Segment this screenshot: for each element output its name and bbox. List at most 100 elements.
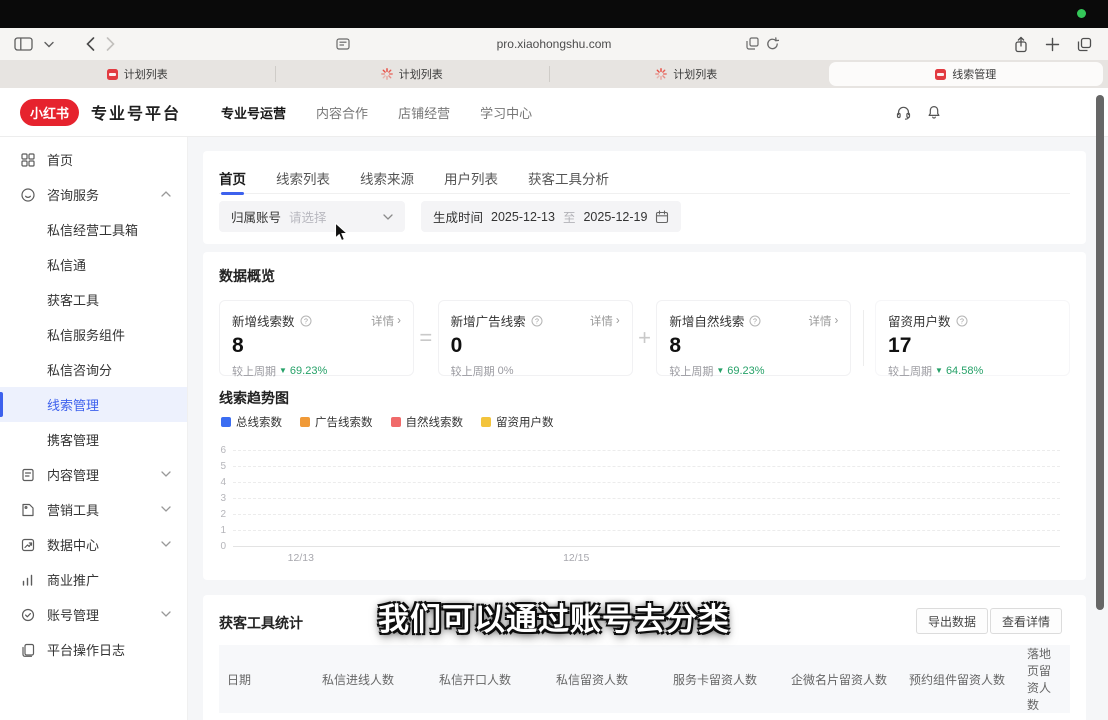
- detail-link[interactable]: 详情›: [809, 313, 839, 329]
- new-tab-icon[interactable]: [1045, 37, 1060, 52]
- sidebar-item-lead-management[interactable]: 线索管理: [0, 387, 187, 422]
- sidebar-item-guest-management[interactable]: 携客管理: [0, 422, 187, 457]
- card-divider: [851, 300, 875, 376]
- nav-item-shop[interactable]: 店铺经营: [398, 103, 450, 122]
- table-row: 2025-12-19 3 2 0 0 0 0 0: [219, 713, 1070, 720]
- calendar-icon: [655, 210, 669, 224]
- overview-section-title: 数据概览: [219, 266, 275, 286]
- tab-home[interactable]: 首页: [219, 163, 246, 193]
- nav-item-operation[interactable]: 专业号运营: [221, 103, 286, 122]
- sidebar-item-dm-score[interactable]: 私信咨询分: [0, 352, 187, 387]
- sidebar-item-lead-tools[interactable]: 获客工具: [0, 282, 187, 317]
- data-overview-panel: 数据概览 新增线索数 ? 详情› 8 较上周期▼69.23% =: [203, 252, 1086, 580]
- tab-lead-list[interactable]: 线索列表: [276, 163, 330, 193]
- bell-icon[interactable]: [926, 104, 942, 120]
- help-icon: ?: [749, 315, 761, 327]
- sidebar-group-marketing[interactable]: 营销工具: [0, 492, 187, 527]
- date-range-picker[interactable]: 生成时间 2025-12-13 至 2025-12-19: [421, 201, 681, 232]
- nav-item-content-coop[interactable]: 内容合作: [316, 103, 368, 122]
- headset-icon[interactable]: [895, 104, 912, 120]
- sidebar-item-dm-components[interactable]: 私信服务组件: [0, 317, 187, 352]
- sidebar-item-dm-toolbox[interactable]: 私信经营工具箱: [0, 212, 187, 247]
- export-data-button[interactable]: 导出数据: [916, 608, 988, 634]
- site-favicon: [107, 69, 118, 80]
- site-favicon: [935, 69, 946, 80]
- trend-down-icon: ▼: [935, 367, 943, 375]
- trend-chart-plot: 6 5 4 3 2 1 0 12/13 12/15: [233, 450, 1060, 546]
- tab-overview-icon[interactable]: [1077, 37, 1092, 52]
- chevron-up-icon: [161, 191, 171, 197]
- browser-tab-2[interactable]: 计划列表: [275, 60, 550, 88]
- svg-text:?: ?: [960, 318, 964, 325]
- vertical-scrollbar-thumb[interactable]: [1096, 95, 1104, 610]
- chart-icon: [20, 537, 36, 553]
- sidebar: 首页 咨询服务 私信经营工具箱 私信通 获客工具 私信服务组件 私信咨询分 线索…: [0, 136, 188, 720]
- lead-tabs: 首页 线索列表 线索来源 用户列表 获客工具分析: [219, 163, 1070, 194]
- sidebar-group-data-center[interactable]: 数据中心: [0, 527, 187, 562]
- trend-chart-title: 线索趋势图: [219, 388, 289, 408]
- stats-section-title: 获客工具统计: [219, 613, 303, 633]
- overview-cards: 新增线索数 ? 详情› 8 较上周期▼69.23% = 新增广告线索 ? 详情›: [219, 300, 1070, 376]
- app-viewport: 小红书 专业号平台 专业号运营 内容合作 店铺经营 学习中心 首页 咨询服务: [0, 88, 1108, 720]
- account-select[interactable]: 归属账号 请选择: [219, 201, 405, 232]
- legend-organic-leads[interactable]: 自然线索数: [391, 414, 464, 430]
- document-icon: [20, 467, 36, 483]
- help-icon: ?: [300, 315, 312, 327]
- record-indicator-dot: [1077, 9, 1086, 18]
- detail-link[interactable]: 详情›: [371, 313, 401, 329]
- bars-icon: [20, 572, 36, 588]
- legend-total-leads[interactable]: 总线索数: [221, 414, 282, 430]
- browser-tab-3[interactable]: 计划列表: [549, 60, 824, 88]
- sidebar-item-dm-tong[interactable]: 私信通: [0, 247, 187, 282]
- chevron-down-icon: [161, 611, 171, 617]
- main-content: 首页 线索列表 线索来源 用户列表 获客工具分析 归属账号 请选择 生成时间 2…: [187, 136, 1108, 720]
- chart-legend: 总线索数 广告线索数 自然线索数 留资用户数: [221, 414, 554, 430]
- macos-menubar: [0, 0, 1108, 28]
- tab-lead-source[interactable]: 线索来源: [360, 163, 414, 193]
- xiaohongshu-logo: 小红书: [20, 99, 79, 126]
- copy-icon[interactable]: [746, 37, 759, 50]
- trend-down-icon: ▼: [716, 367, 724, 375]
- loading-spinner-icon: [381, 68, 393, 80]
- browser-tab-label: 线索管理: [952, 66, 996, 82]
- view-details-button[interactable]: 查看详情: [990, 608, 1062, 634]
- browser-tab-bar: 计划列表 计划列表 计划列表 线索管理: [0, 60, 1108, 89]
- browser-tab-label: 计划列表: [124, 66, 168, 82]
- browser-tab-4-active[interactable]: 线索管理: [829, 62, 1104, 86]
- sidebar-group-consult[interactable]: 咨询服务: [0, 177, 187, 212]
- table-header-row: 日期 私信进线人数 私信开口人数 私信留资人数 服务卡留资人数 企微名片留资人数…: [219, 645, 1070, 713]
- x-axis-label: 12/15: [563, 552, 589, 564]
- card-organic-leads: 新增自然线索 ? 详情› 8 较上周期▼69.23%: [656, 300, 851, 376]
- tab-lead-tool-analysis[interactable]: 获客工具分析: [528, 163, 609, 193]
- sidebar-item-business-promo[interactable]: 商业推广: [0, 562, 187, 597]
- card-retained-users: 留资用户数 ? 17 较上周期▼64.58%: [875, 300, 1070, 376]
- platform-title: 专业号平台: [91, 100, 181, 124]
- nav-item-learning[interactable]: 学习中心: [480, 103, 532, 122]
- mouse-cursor: [334, 222, 349, 243]
- top-nav: 专业号运营 内容合作 店铺经营 学习中心: [221, 103, 532, 122]
- browser-toolbar: pro.xiaohongshu.com: [0, 28, 1108, 60]
- reload-icon[interactable]: [766, 37, 779, 50]
- tag-icon: [20, 502, 36, 518]
- share-icon[interactable]: [1014, 36, 1028, 53]
- sidebar-group-content[interactable]: 内容管理: [0, 457, 187, 492]
- legend-ad-leads[interactable]: 广告线索数: [300, 414, 373, 430]
- sidebar-item-home[interactable]: 首页: [0, 142, 187, 177]
- account-check-icon: [20, 607, 36, 623]
- card-ad-leads: 新增广告线索 ? 详情› 0 较上周期0%: [438, 300, 633, 376]
- svg-text:?: ?: [535, 318, 539, 325]
- sidebar-item-platform-log[interactable]: 平台操作日志: [0, 632, 187, 667]
- card-new-leads: 新增线索数 ? 详情› 8 较上周期▼69.23%: [219, 300, 414, 376]
- chevron-down-icon: [161, 471, 171, 477]
- tab-user-list[interactable]: 用户列表: [444, 163, 498, 193]
- sidebar-group-account[interactable]: 账号管理: [0, 597, 187, 632]
- help-icon: ?: [531, 315, 543, 327]
- svg-text:?: ?: [753, 318, 757, 325]
- detail-link[interactable]: 详情›: [590, 313, 620, 329]
- trend-down-icon: ▼: [279, 367, 287, 375]
- legend-retained-users[interactable]: 留资用户数: [481, 414, 554, 430]
- screen: pro.xiaohongshu.com 计划列表 计划列表 计划列表 线索管理: [0, 0, 1108, 720]
- address-bar[interactable]: pro.xiaohongshu.com: [0, 28, 1108, 60]
- browser-tab-1[interactable]: 计划列表: [0, 60, 275, 88]
- browser-tab-label: 计划列表: [399, 66, 443, 82]
